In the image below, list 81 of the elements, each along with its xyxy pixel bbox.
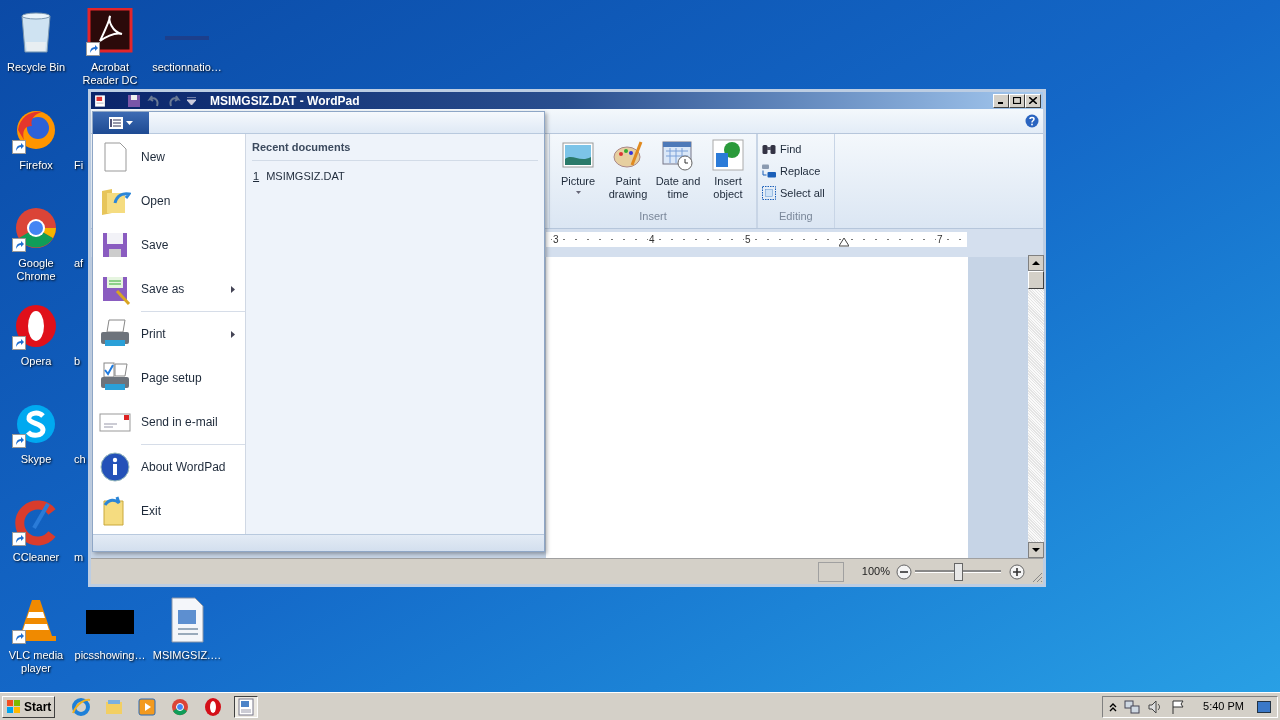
scroll-down-icon[interactable] [1028, 542, 1044, 558]
zoom-percentage: 100% [861, 564, 890, 580]
desktop-icon-label: Google Chrome [15, 257, 57, 283]
desktop-icon-label: Opera [19, 355, 53, 368]
minimize-button[interactable] [993, 93, 1009, 108]
taskbar-app-button[interactable] [234, 695, 259, 718]
menu-item[interactable]: Open [93, 179, 245, 223]
desktop-icon-label: Fi [73, 159, 84, 172]
desktop-icon-label: MSIMGSIZ.… [151, 649, 223, 662]
menu-item[interactable]: Send in e-mail [93, 400, 245, 444]
caret-icon [126, 121, 133, 125]
acrobat-icon [86, 8, 134, 56]
file-thumbnail-icon [165, 36, 209, 40]
ribbon-group-title: Editing [778, 208, 814, 224]
menu-item[interactable]: Page setup [93, 356, 245, 400]
menu-item[interactable]: Exit [93, 489, 245, 533]
ribbon-button[interactable]: Insert object [703, 139, 753, 208]
redo-icon[interactable] [167, 93, 181, 108]
info-icon [99, 451, 131, 483]
zoom-slider-thumb[interactable] [954, 562, 963, 581]
landscape-picture-icon [562, 139, 594, 171]
ribbon-button[interactable]: Select all [761, 184, 825, 202]
close-button[interactable] [1025, 93, 1041, 108]
replace-icon [761, 163, 777, 179]
desktop-icon-label: sectionnatio… [151, 61, 223, 74]
palette-icon [612, 139, 644, 171]
desktop-icon-label: VLC media player [7, 649, 65, 675]
ribbon-button[interactable]: Replace [761, 162, 825, 180]
ribbon-button[interactable]: Paint drawing [603, 139, 653, 208]
start-button[interactable]: Start [2, 695, 56, 718]
calendar-clock-icon [662, 139, 694, 171]
desktop-icon-label: m [73, 551, 84, 564]
desktop-icon-label: CCleaner [11, 551, 61, 564]
submenu-arrow-icon [231, 285, 235, 293]
clock[interactable]: 5:40 PM [1203, 698, 1244, 715]
vertical-scrollbar[interactable] [1028, 255, 1044, 558]
desktop-icon-label: af [73, 257, 84, 270]
recent-document-item[interactable]: 1 MSIMGSIZ.DAT [253, 167, 537, 184]
ribbon-button[interactable]: Picture [553, 139, 603, 208]
customize-caret-icon[interactable] [187, 96, 196, 105]
scroll-up-icon[interactable] [1028, 255, 1044, 271]
desktop-icon-label: Recycle Bin [5, 61, 67, 74]
menu-item[interactable]: Print [93, 312, 245, 356]
flag-icon[interactable] [1170, 698, 1187, 715]
ribbon-button[interactable]: Find [761, 140, 825, 158]
select-all-icon [761, 185, 777, 201]
windows-logo-icon [6, 698, 22, 715]
zoom-out-icon[interactable] [896, 563, 912, 580]
maximize-icon [1013, 97, 1021, 104]
menu-item[interactable]: Save as [93, 267, 245, 311]
menu-item[interactable]: New [93, 135, 245, 179]
desktop-icon-label: ch [73, 453, 86, 466]
wordpad-icon [93, 93, 107, 108]
indent-marker[interactable] [839, 237, 849, 247]
help-icon[interactable] [1025, 114, 1039, 128]
scrollbar-thumb[interactable] [1028, 271, 1044, 289]
submenu-arrow-icon [231, 330, 235, 338]
ribbon-button[interactable]: Date and time [653, 139, 703, 208]
zoom-in-icon[interactable] [1009, 563, 1025, 580]
resize-grip-icon[interactable] [1031, 571, 1043, 583]
application-menu-button[interactable] [93, 112, 149, 134]
desktop-icon-label: Acrobat Reader DC [81, 61, 139, 87]
menu-item[interactable]: About WordPad [93, 445, 245, 489]
show-desktop-icon[interactable] [1257, 699, 1271, 714]
show-hidden-icons-icon[interactable] [1109, 701, 1118, 712]
ribbon-group-title: Insert [638, 208, 668, 224]
document-list-icon [109, 117, 123, 129]
menu-item[interactable]: Save [93, 223, 245, 267]
maximize-button[interactable] [1009, 93, 1025, 108]
window-title: MSIMGSIZ.DAT - WordPad [210, 92, 361, 110]
desktop-icon-label: Skype [19, 453, 53, 466]
close-icon [1029, 97, 1037, 104]
desktop-icon-label: Firefox [18, 159, 54, 172]
file-thumbnail-icon [86, 610, 134, 634]
zoom-slider[interactable] [915, 562, 1001, 581]
network-icon[interactable] [1124, 698, 1141, 715]
desktop-icon-label: b [73, 355, 81, 368]
undo-icon[interactable] [147, 93, 161, 108]
desktop-icon-label: picsshowing… [73, 649, 147, 662]
save-icon[interactable] [127, 93, 141, 108]
recent-documents-heading: Recent documents [252, 139, 538, 161]
